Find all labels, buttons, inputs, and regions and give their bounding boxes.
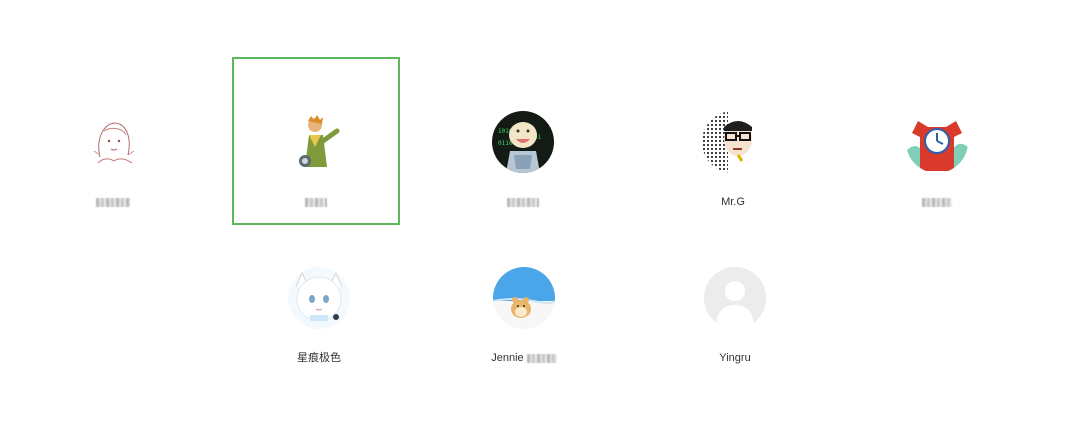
name-text: Mr.G (721, 196, 745, 208)
contact-card[interactable] (29, 57, 197, 225)
contact-name (441, 195, 605, 209)
redacted-name (922, 197, 952, 207)
contact-name: 星痕极色 (237, 351, 401, 365)
contact-name (31, 195, 195, 209)
contact-card[interactable] (853, 57, 1021, 225)
cartoon-character-avatar-icon: 1010 0110 01 (492, 111, 554, 173)
contact-card[interactable]: Jennie (440, 213, 608, 381)
contact-card[interactable]: 星痕极色 (235, 213, 403, 381)
contact-card[interactable]: 1010 0110 01 (439, 57, 607, 225)
redacted-name (96, 197, 130, 207)
hamster-avatar-icon (493, 267, 555, 329)
contact-name: Mr.G (651, 195, 815, 209)
contact-name (234, 195, 398, 209)
glasses-man-avatar-icon (702, 111, 764, 173)
contact-card-selected[interactable] (232, 57, 400, 225)
contact-name (855, 195, 1019, 209)
white-anime-girl-avatar-icon (288, 267, 350, 329)
redacted-name (305, 197, 327, 207)
contact-card[interactable]: Mr.G (649, 57, 817, 225)
contact-name: Jennie (442, 351, 606, 365)
contact-picker-grid: 1010 0110 01 Mr.G 星痕极色 Jennie Yingru (0, 0, 1080, 447)
little-prince-avatar-icon (285, 111, 347, 173)
default-person-avatar-icon (704, 267, 766, 329)
contact-name: Yingru (653, 351, 817, 365)
name-text: Yingru (719, 352, 751, 364)
contact-card[interactable]: Yingru (651, 213, 819, 381)
redacted-name (507, 197, 539, 207)
redacted-name (526, 353, 557, 363)
sketch-girl-avatar-icon (82, 111, 144, 173)
red-clock-avatar-icon (906, 111, 968, 173)
name-text: Jennie (491, 352, 524, 364)
name-text: 星痕极色 (297, 352, 341, 364)
